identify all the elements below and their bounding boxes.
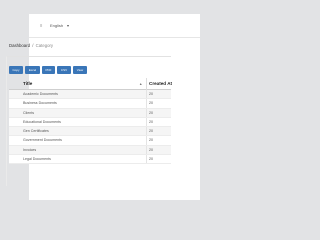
column-divider xyxy=(146,90,147,99)
cell-created-at: 20 xyxy=(149,101,153,106)
table-row[interactable]: Government Documents 20 xyxy=(9,136,171,146)
table-row[interactable]: Clients 20 xyxy=(9,108,171,118)
column-divider xyxy=(146,127,147,136)
cell-title: Educational Documents xyxy=(23,119,61,124)
column-visibility-button[interactable]: View xyxy=(73,66,87,74)
column-header-created-at[interactable]: Created At xyxy=(149,81,172,87)
csv-button[interactable]: CSV xyxy=(57,66,71,74)
cell-title: Clients xyxy=(23,110,34,115)
table-row[interactable]: Business Documents 20 xyxy=(9,99,171,109)
cell-title: Business Documents xyxy=(23,101,57,106)
export-toolbar: Copy Excel PDF CSV View xyxy=(9,66,87,74)
language-selector[interactable]: English xyxy=(50,23,63,28)
breadcrumb-separator: / xyxy=(32,43,34,48)
column-divider xyxy=(146,117,147,127)
column-divider xyxy=(146,136,147,145)
chevron-down-icon[interactable]: ▾ xyxy=(67,23,69,28)
column-divider xyxy=(146,78,147,90)
cell-title: Academic Documents xyxy=(23,92,58,96)
cell-title: Gen Certificates xyxy=(23,129,49,134)
cell-created-at: 20 xyxy=(149,157,153,162)
table-row[interactable]: Gen Certificates 20 xyxy=(9,127,171,137)
cell-title: Invoices xyxy=(23,147,37,152)
breadcrumb-dashboard-link[interactable]: Dashboard xyxy=(9,43,30,48)
cell-title: Legal Documents xyxy=(23,157,51,162)
table-row[interactable]: Invoices 20 xyxy=(9,145,171,156)
column-header-title[interactable]: Title xyxy=(23,81,32,87)
cell-created-at: 20 xyxy=(149,110,153,115)
cell-title: Government Documents xyxy=(23,138,62,143)
column-divider xyxy=(146,155,147,164)
cell-created-at: 20 xyxy=(149,138,153,143)
language-menu-icon[interactable]: ≡ xyxy=(40,24,42,28)
copy-button[interactable]: Copy xyxy=(9,66,23,74)
table-row[interactable]: Legal Documents 20 xyxy=(9,155,171,165)
column-divider xyxy=(146,108,147,117)
pdf-button[interactable]: PDF xyxy=(42,66,55,74)
cell-created-at: 20 xyxy=(149,147,153,152)
table-row[interactable]: Academic Documents 20 xyxy=(9,90,171,100)
breadcrumb: Dashboard / Category xyxy=(9,43,53,49)
category-table: Title ▲ Created At Academic Documents 20… xyxy=(9,78,172,165)
sort-asc-icon[interactable]: ▲ xyxy=(139,82,142,87)
cell-created-at: 20 xyxy=(149,92,153,96)
cell-created-at: 20 xyxy=(149,129,153,134)
table-row[interactable]: Educational Documents 20 xyxy=(9,117,171,128)
column-divider xyxy=(146,145,147,155)
top-bar: ≡ English ▾ xyxy=(29,14,200,38)
table-header: Title ▲ Created At xyxy=(9,78,172,90)
breadcrumb-current: Category xyxy=(35,43,54,48)
cell-created-at: 20 xyxy=(149,119,153,124)
column-divider xyxy=(146,99,147,108)
excel-button[interactable]: Excel xyxy=(25,66,40,74)
